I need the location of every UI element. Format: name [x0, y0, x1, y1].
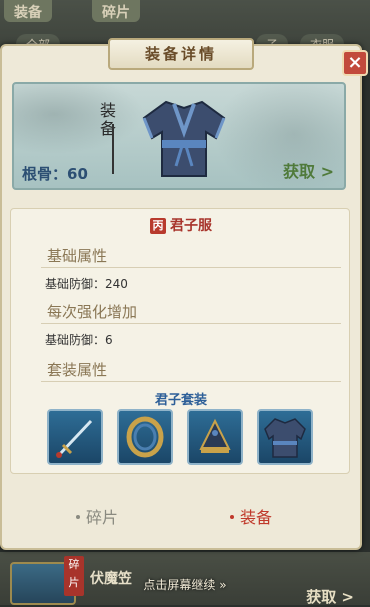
- bg-tab-fragments[interactable]: 碎片: [92, 0, 140, 22]
- item-name: 君子服: [170, 218, 212, 234]
- item-header: 丙君子服: [11, 215, 351, 235]
- tap-to-continue-hint[interactable]: 点击屏幕继续 »: [0, 576, 370, 593]
- enhance-increase-title: 每次强化增加: [47, 303, 138, 321]
- base-attributes-title: 基础属性: [47, 247, 108, 265]
- get-button[interactable]: 获取 >: [283, 158, 334, 182]
- divider: [41, 323, 341, 324]
- robe-illustration-icon: [136, 88, 232, 184]
- base-defense-label: 基础防御：: [45, 277, 106, 291]
- divider: [41, 381, 341, 382]
- grade-badge: 丙: [150, 218, 166, 234]
- divider: [41, 267, 341, 268]
- tab-dot: [76, 515, 80, 519]
- set-attributes-title: 套装属性: [47, 361, 108, 379]
- brush-stroke-decoration: [112, 124, 114, 174]
- enhance-defense-label: 基础防御：: [45, 333, 106, 347]
- enhance-defense-line: 基础防御：6: [45, 331, 113, 348]
- close-button[interactable]: ×: [342, 50, 368, 76]
- item-details-panel: 丙君子服 基础属性 基础防御：240 每次强化增加 基础防御：6 套装属性 君子…: [10, 208, 350, 474]
- enhance-defense-value: 6: [105, 333, 113, 347]
- tab-equipment[interactable]: 装备: [230, 504, 272, 528]
- equipment-hero-panel: 装备 根骨：60 获取 >: [12, 82, 346, 190]
- ring-icon[interactable]: [117, 409, 173, 465]
- root-bone-stat: 根骨：60: [22, 163, 88, 184]
- stat-value: 60: [67, 165, 88, 183]
- set-name: 君子套装: [154, 393, 207, 408]
- equipment-details-dialog: 装备详情 × 装备 根骨：60 获取 > 丙君子服 基础属性 基础防御：240: [0, 38, 368, 550]
- tab-equipment-label: 装备: [240, 508, 273, 527]
- dialog-tab-bar: 碎片 装备: [2, 504, 360, 544]
- tab-fragments[interactable]: 碎片: [76, 504, 118, 528]
- tab-dot: [230, 515, 234, 519]
- robe-icon[interactable]: [257, 409, 313, 465]
- base-defense-value: 240: [105, 277, 128, 291]
- hero-calligraphy: 装备: [99, 101, 116, 138]
- stat-label: 根骨：: [22, 165, 68, 183]
- tab-fragments-label: 碎片: [86, 508, 119, 527]
- dialog-title: 装备详情: [108, 38, 254, 70]
- crown-icon[interactable]: [187, 409, 243, 465]
- bg-tab-equipment[interactable]: 装备: [4, 0, 52, 22]
- set-items-row: [47, 409, 317, 469]
- sword-icon[interactable]: [47, 409, 103, 465]
- base-defense-line: 基础防御：240: [45, 275, 128, 292]
